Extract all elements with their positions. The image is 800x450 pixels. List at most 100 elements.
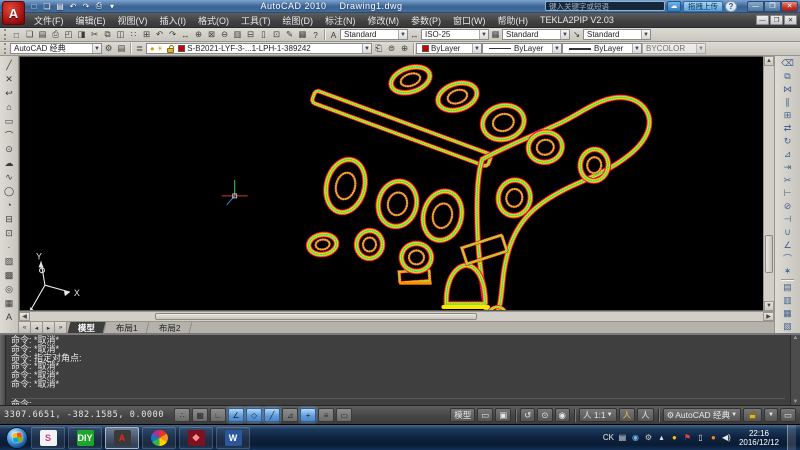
make-block-icon[interactable]: ⊡ [2, 226, 17, 240]
point-icon[interactable]: · [2, 240, 17, 254]
toolbar-lock-button[interactable] [743, 408, 762, 422]
ellipse-arc-icon[interactable]: ◔ [2, 198, 17, 212]
taskbar-app-autocad[interactable]: A [105, 427, 139, 449]
paste-icon[interactable]: ◫ [114, 29, 127, 41]
extend-icon[interactable]: ⊢ [780, 187, 795, 200]
dim-style-dropdown[interactable]: ISO-25▼ [421, 29, 489, 40]
tab-prev-button[interactable]: ◂ [31, 322, 43, 333]
workspace-save-icon[interactable]: ▤ [115, 43, 128, 55]
start-button[interactable] [6, 427, 28, 449]
pan-icon[interactable]: ↔ [179, 29, 192, 41]
text-style-dropdown[interactable]: Standard▼ [340, 29, 408, 40]
copy-icon[interactable]: ⧉ [780, 70, 795, 83]
vscroll-thumb[interactable] [765, 235, 773, 273]
polar-toggle[interactable]: ∠ [228, 408, 244, 422]
command-history[interactable]: 命令: *取消*命令: *取消*命令: 指定对角点:命令: *取消*命令: *取… [6, 335, 790, 405]
toolbar-grip[interactable] [4, 29, 8, 40]
toolbar-grip[interactable] [4, 43, 8, 54]
dyn-toggle[interactable]: + [300, 408, 316, 422]
drawing-canvas[interactable]: YXZ [19, 56, 763, 311]
layer-thaw-icon[interactable]: ☀ [157, 44, 164, 53]
cut-icon[interactable]: ✂ [88, 29, 101, 41]
dropdown-arrow-icon[interactable]: ▼ [362, 44, 371, 53]
spline-icon[interactable]: ∿ [2, 170, 17, 184]
dropdown-arrow-icon[interactable]: ▼ [552, 44, 561, 53]
autocad-logo-icon[interactable]: A [2, 1, 25, 25]
layer-dropdown[interactable]: ● ☀ S-B2021-LYF-3-...1-LPH-1-389242 ▼ [146, 43, 372, 54]
zoom-previous-icon[interactable]: ⊖ [218, 29, 231, 41]
workspace-settings-icon[interactable]: ⚙ [102, 43, 115, 55]
tool-palettes-icon[interactable]: ▯ [257, 29, 270, 41]
quick-view-layouts-icon[interactable]: ▭ [477, 408, 493, 422]
scroll-right-icon[interactable]: ▶ [763, 312, 774, 321]
leader-style-dropdown[interactable]: Standard▼ [583, 29, 651, 40]
layer-previous-icon[interactable]: ⎗ [372, 43, 385, 55]
table-icon[interactable]: ▦ [2, 296, 17, 310]
circle-icon[interactable]: ⊙ [2, 142, 17, 156]
layer-isolate-icon[interactable]: ⊜ [385, 43, 398, 55]
layer-manager-icon[interactable]: ≣ [133, 43, 146, 55]
quick-view-drawings-icon[interactable]: ▣ [495, 408, 511, 422]
line-icon[interactable]: ╱ [2, 58, 17, 72]
rotate-icon[interactable]: ↻ [780, 135, 795, 148]
designcenter-icon[interactable]: ⊟ [244, 29, 257, 41]
qp-toggle[interactable]: ▭ [336, 408, 352, 422]
trim-icon[interactable]: ✂ [780, 174, 795, 187]
upload-button[interactable]: 拖拽上传 [683, 1, 723, 12]
im-icon[interactable]: ◉ [631, 433, 640, 442]
workspace-dropdown[interactable]: AutoCAD 经典▼ [10, 43, 102, 54]
plot-icon[interactable]: ⎙ [49, 29, 62, 41]
save-icon[interactable]: ▤ [36, 29, 49, 41]
revision-cloud-icon[interactable]: ☁ [2, 156, 17, 170]
taskbar-app-s[interactable]: S [31, 427, 65, 449]
redo-icon[interactable]: ↷ [166, 29, 179, 41]
move-icon[interactable]: ⇄ [780, 122, 795, 135]
block-editor-icon[interactable]: ⊞ [140, 29, 153, 41]
match-properties-icon[interactable]: ∷ [127, 29, 140, 41]
qat-dropdown-icon[interactable]: ▾ [106, 1, 118, 12]
redo-icon[interactable]: ↷ [80, 1, 92, 12]
scroll-down-icon[interactable]: ▼ [764, 301, 774, 311]
zoom-icon[interactable]: ⊙ [537, 408, 552, 422]
offset-icon[interactable]: ∥ [780, 96, 795, 109]
annotation-scale-button[interactable]: 人 1:1▼ [579, 408, 617, 422]
tab-layout1[interactable]: 布局1 [106, 322, 149, 333]
ducs-toggle[interactable]: ⊿ [282, 408, 298, 422]
taskbar-app-word[interactable]: W [216, 427, 250, 449]
horizontal-scrollbar[interactable]: ◀ ▶ [19, 311, 774, 321]
markup-icon[interactable]: ✎ [283, 29, 296, 41]
steering-wheel-icon[interactable]: ◉ [555, 408, 570, 422]
undo-icon[interactable]: ↶ [153, 29, 166, 41]
scale-icon[interactable]: ⊿ [780, 148, 795, 161]
lwt-toggle[interactable]: ≡ [318, 408, 334, 422]
flag-alert-icon[interactable]: ⚑ [683, 433, 692, 442]
ortho-toggle[interactable]: ∟ [210, 408, 226, 422]
cloud-icon[interactable]: ☁ [667, 1, 681, 12]
doc-restore-button[interactable]: ❐ [770, 15, 783, 25]
new-icon[interactable]: □ [10, 29, 23, 41]
model-space-button[interactable]: 模型 [450, 408, 475, 422]
insert-block-icon[interactable]: ⊟ [2, 212, 17, 226]
polygon-icon[interactable]: ⌂ [2, 100, 17, 114]
doc-minimize-button[interactable]: — [756, 15, 769, 25]
gradient-icon[interactable]: ▩ [2, 268, 17, 282]
tab-next-button[interactable]: ▸ [43, 322, 55, 333]
polyline-icon[interactable]: ↩ [2, 86, 17, 100]
minimize-button[interactable]: — [747, 1, 764, 12]
osnap-toggle[interactable]: ◇ [246, 408, 262, 422]
clean-screen-button[interactable]: ▭ [780, 408, 796, 422]
lang-indicator[interactable]: CK [603, 433, 614, 442]
settings-tray-icon[interactable]: ⚙ [644, 433, 653, 442]
hatch-icon[interactable]: ▨ [2, 254, 17, 268]
dropdown-arrow-icon[interactable]: ▼ [632, 44, 641, 53]
mirror-icon[interactable]: ⋈ [780, 83, 795, 96]
battery-icon[interactable]: ▯ [696, 433, 705, 442]
tab-first-button[interactable]: « [19, 322, 31, 333]
grid-toggle[interactable]: ▦ [192, 408, 208, 422]
dropdown-arrow-icon[interactable]: ▼ [398, 30, 407, 39]
volume-icon[interactable]: ◀) [722, 433, 731, 442]
region-icon[interactable]: ◎ [2, 282, 17, 296]
send-to-back-icon[interactable]: ▥ [780, 294, 795, 307]
layer-color-swatch[interactable] [178, 45, 185, 52]
search-input[interactable] [545, 1, 665, 11]
